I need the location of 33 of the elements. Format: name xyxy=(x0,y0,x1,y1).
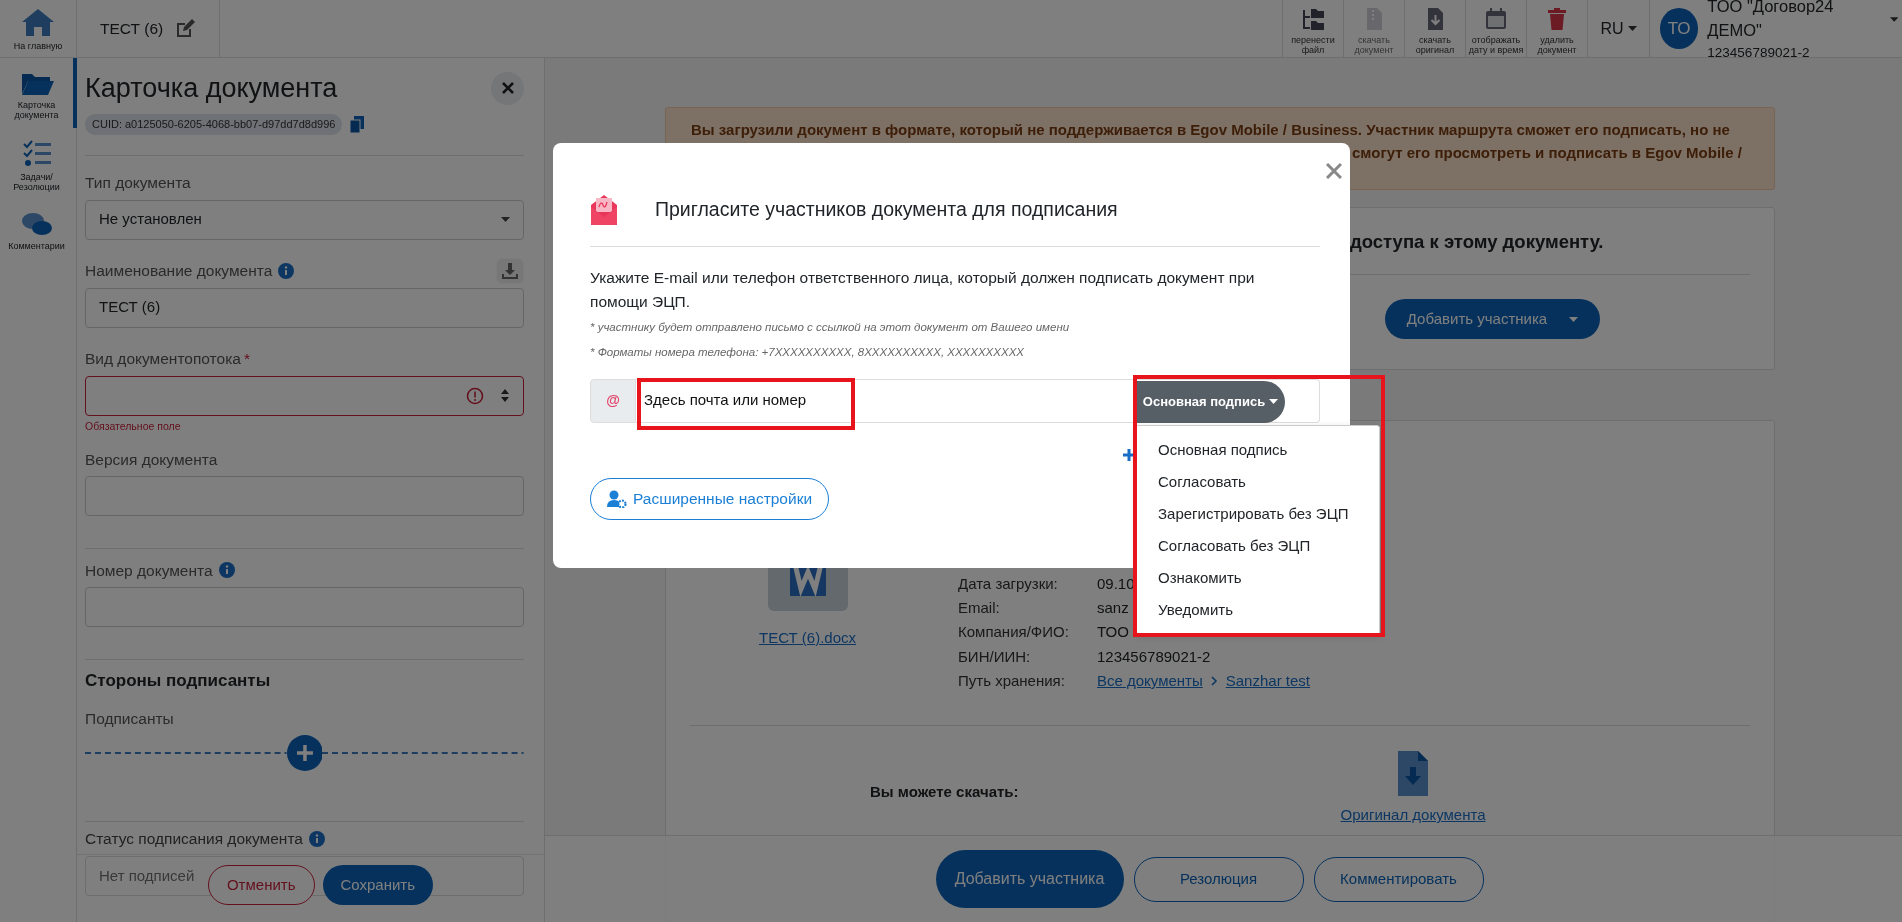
cuid-tag: CUID: a0125050-6205-4068-bb07-d97dd7d8d996 xyxy=(85,114,343,135)
dialog-title: Пригласите участников документа для подписания xyxy=(655,196,1118,222)
detail-value: ТОО xyxy=(1097,622,1129,643)
at-sign-addon: @ xyxy=(590,378,636,423)
document-title: ТЕСТ (6) xyxy=(100,18,164,39)
download-label: Вы можете скачать: xyxy=(870,782,1019,802)
note-text: * Форматы номера телефона: +7XXXXXXXXXX, 8XXXXXXXXXX, XXXXXXXXXX xyxy=(590,345,1025,361)
signers-label: Подписанты xyxy=(85,709,175,730)
field-label: Статус подписания документа xyxy=(85,829,303,850)
section-title: Стороны подписанты xyxy=(85,670,272,693)
field-label: Вид документопотока xyxy=(85,348,241,369)
panel-title: Карточка документа xyxy=(85,72,338,105)
company-name: ТОО "Договор24 ДЕМО" xyxy=(1707,0,1835,42)
field-label: Тип документа xyxy=(85,172,191,193)
detail-label: Дата загрузки: xyxy=(958,574,1059,594)
field-label: Версия документа xyxy=(85,449,218,470)
detail-value: sanz xyxy=(1097,598,1129,619)
instruction-text: Укажите E-mail или телефон ответственного лица, который должен подписать документ при помощи ЭЦП. xyxy=(590,268,1256,312)
detail-label: Компания/ФИО: xyxy=(958,622,1070,643)
field-label: Номер документа xyxy=(85,560,213,581)
home-label: На главную xyxy=(13,40,63,53)
error-message: Обязательное поле xyxy=(85,418,182,434)
detail-label: Email: xyxy=(958,598,1001,619)
required-mark: * xyxy=(243,348,250,369)
company-id: 123456789021-2 xyxy=(1707,44,1811,63)
field-label: Наименование документа xyxy=(85,260,273,281)
detail-value: 123456789021-2 xyxy=(1097,646,1211,667)
access-heading: доступа к этому документу. xyxy=(1350,230,1605,254)
warning-text: смогут его просмотреть и подписать в Egov Mobile / xyxy=(1352,143,1743,163)
note-text: * участнику будет отправлено письмо с ссылкой на этот документ от Вашего имени xyxy=(590,320,1071,335)
detail-label: БИН/ИИН: xyxy=(958,646,1032,667)
detail-label: Путь хранения: xyxy=(958,670,1066,691)
warning-text: Вы загрузили документ в формате, который не поддерживается в Egov Mobile / Business. Участник маршрута сможет его подписать, но не xyxy=(691,120,1731,140)
